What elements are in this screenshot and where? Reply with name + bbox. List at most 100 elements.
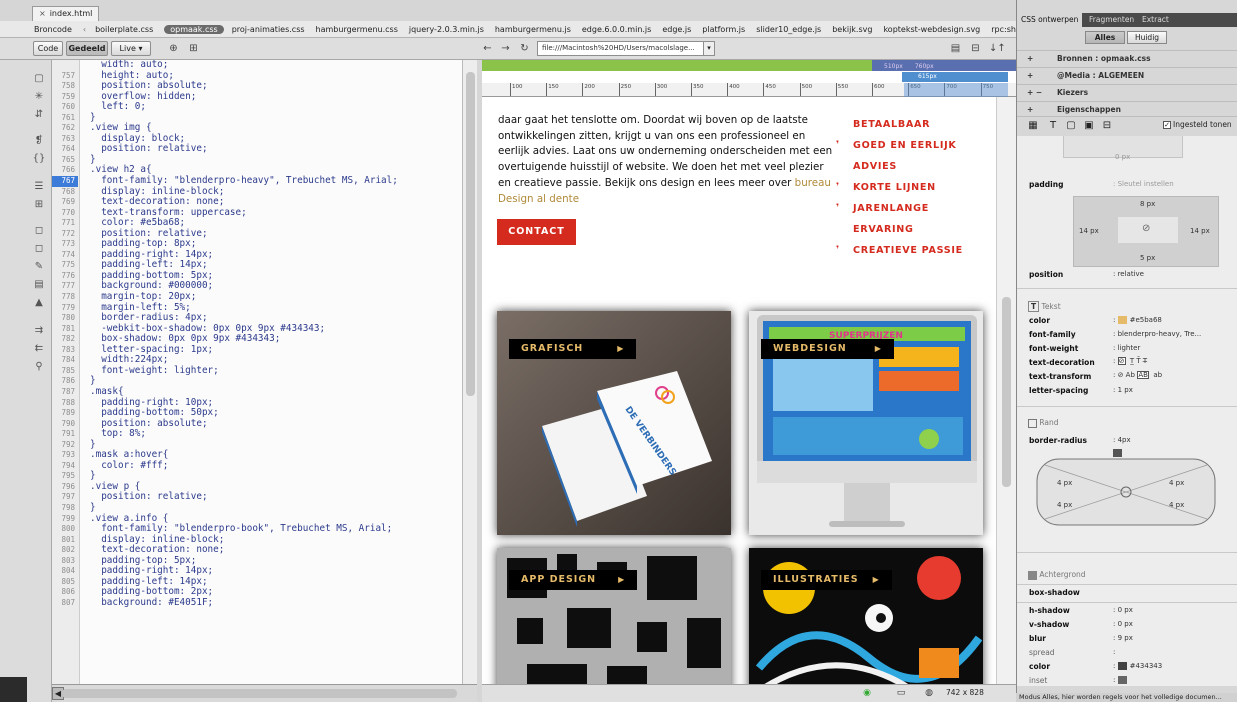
text-icon[interactable]: T [1047,120,1059,132]
code-line[interactable]: 791 top: 8%; [52,429,462,440]
border-radius-value[interactable]: : 4px [1113,436,1131,444]
move-css-icon[interactable]: ▲ [32,296,46,310]
checkbox-checked-icon[interactable]: ✓ [1163,121,1171,129]
live-view-pane[interactable]: 510px 760px 615px 100 150 200 250 300 350 400 45… [482,60,1016,702]
position-value[interactable]: : relative [1113,270,1144,278]
text-section-header[interactable]: T Tekst [1028,301,1061,312]
sort-icon[interactable]: ↓↑ [989,41,1006,56]
add-icon[interactable]: + [1027,51,1033,67]
code-content[interactable]: width: auto; 757 height: auto; 758 positio… [52,60,462,608]
tab-snippets[interactable]: Fragmenten [1085,13,1138,27]
scroll-thumb[interactable] [1002,297,1011,487]
portfolio-tile-illustraties[interactable]: ILLUSTRATIES ▶ [749,548,983,702]
related-file[interactable]: hamburgermenu.js [495,25,571,34]
forward-arrow-icon[interactable]: → [498,41,513,56]
portfolio-tile-grafisch[interactable]: DE VERBINDERS GRAFISCH ▶ [497,311,731,535]
device-preview-icon[interactable]: ▭ [894,687,908,700]
expand-icon[interactable]: ⇵ [32,108,46,122]
code-line[interactable]: 794 color: #fff; [52,460,462,472]
padding-right-value[interactable]: 14 px [1190,227,1210,235]
add-remove-icon[interactable]: + − [1027,85,1042,101]
selectors-row[interactable]: + − Kiezers [1017,84,1237,101]
window-size[interactable]: 742 x 828 [946,688,984,697]
color-value[interactable]: : #e5ba68 [1113,316,1162,324]
letter-spacing-value[interactable]: : 1 px [1113,386,1133,394]
tile-label[interactable]: GRAFISCH ▶ [509,339,637,359]
related-file[interactable]: edge.6.0.0.min.js [582,25,651,34]
select-parent-icon[interactable]: ❡ [32,134,46,148]
portfolio-tile-app-design[interactable]: APP DESIGN ▶ [497,548,731,702]
split-view-button[interactable]: Gedeeld [66,41,108,56]
related-file[interactable]: hamburgermenu.css [316,25,398,34]
open-documents-icon[interactable]: ▢ [32,72,46,86]
scroll-thumb[interactable] [62,689,457,698]
media-row[interactable]: + @Media : ALGEMEEN [1017,67,1237,84]
background-icon[interactable]: ▣ [1083,120,1095,132]
color-swatch[interactable] [1117,316,1127,324]
text-decoration-buttons[interactable]: : ⊘ T̲ T̄ T̶ [1113,357,1147,365]
refresh-icon[interactable]: ↻ [517,41,532,56]
code-line[interactable]: 787 .mask{ [52,386,462,398]
link-icon[interactable]: ⊘ [1142,223,1150,234]
inset-toggle[interactable] [1117,676,1127,684]
blur-value[interactable]: : 9 px [1113,634,1133,642]
live-vertical-scrollbar[interactable] [996,97,1016,702]
h-shadow-value[interactable]: : 0 px [1113,606,1133,614]
related-file[interactable]: edge.js [662,25,691,34]
related-file[interactable]: jquery-2.0.3.min.js [409,25,484,34]
inset-value[interactable]: : [1113,676,1130,684]
sources-row[interactable]: + Bronnen : opmaak.css [1017,50,1237,67]
line-numbers-icon[interactable]: ☰ [32,180,46,194]
indent-icon[interactable]: ⇉ [32,324,46,338]
all-mode-button[interactable]: Alles [1085,31,1125,44]
target-icon[interactable]: ⊕ [166,41,181,56]
validation-ok-icon[interactable]: ◉ [860,687,874,700]
portfolio-tile-webdesign[interactable]: SUPERPRIJZEN WEBDESIGN ▶ [749,311,983,535]
layout-icon[interactable]: ▦ [1027,120,1039,132]
tile-label[interactable]: ILLUSTRATIES ▶ [761,570,892,590]
color-swatch[interactable] [1117,662,1127,670]
text-transform-buttons[interactable]: : ⊘ Ab AB ab [1113,371,1162,379]
contact-button[interactable]: CONTACT [497,219,576,245]
padding-top-value[interactable]: 8 px [1140,200,1155,208]
code-line[interactable]: 797 position: relative; [52,492,462,503]
scroll-thumb[interactable] [466,72,475,396]
related-file[interactable]: rpc:shindig_random.js [991,25,1016,34]
code-line[interactable]: 785 font-weight: lighter; [52,365,462,377]
current-mode-button[interactable]: Huidig [1127,31,1167,44]
related-file[interactable]: proj-animaties.css [232,25,305,34]
globe-icon[interactable]: ◍ [922,687,936,700]
font-weight-value[interactable]: : lighter [1113,344,1140,352]
related-file-source[interactable]: Broncode [34,25,72,34]
close-icon[interactable]: × [39,9,46,18]
properties-list[interactable]: 0 px padding : Sleutel instellen 8 px 14… [1017,136,1237,686]
related-file-active[interactable]: opmaak.css [164,24,224,34]
code-line[interactable]: 764 position: relative; [52,144,462,155]
address-field[interactable]: file:///Macintosh%20HD/Users/macolslage.… [537,41,711,56]
shadow-color-value[interactable]: : #434343 [1113,662,1162,670]
code-view-button[interactable]: Code [33,41,63,56]
more-icon[interactable]: ⊟ [1101,120,1113,132]
comment-icon[interactable]: ◻ [32,224,46,238]
border-section-header[interactable]: Rand [1028,418,1059,428]
wrap-tag-icon[interactable]: ✎ [32,260,46,274]
back-arrow-icon[interactable]: ← [480,41,495,56]
outdent-icon[interactable]: ⇇ [32,342,46,356]
tab-css-designer[interactable]: CSS ontwerpen [1017,13,1083,27]
tab-extract[interactable]: Extract [1138,13,1173,27]
tile-label[interactable]: WEBDESIGN ▶ [761,339,894,359]
related-file[interactable]: boilerplate.css [95,25,153,34]
format-source-icon[interactable]: ⚲ [32,360,46,374]
code-line[interactable]: 767 font-family: "blenderpro-heavy", Tre… [52,175,462,187]
padding-bottom-value[interactable]: 5 px [1140,254,1155,262]
related-file[interactable]: koptekst-webdesign.svg [883,25,980,34]
code-line[interactable]: 807 background: #E4051F; [52,597,462,609]
add-icon[interactable]: + [1027,68,1033,84]
balance-braces-icon[interactable]: {} [32,152,46,166]
border-icon[interactable]: ▢ [1065,120,1077,132]
code-line[interactable]: 760 left: 0; [52,102,462,113]
highlight-invalid-icon[interactable]: ⊞ [32,198,46,212]
code-line[interactable]: width: auto; [52,60,462,71]
v-shadow-value[interactable]: : 0 px [1113,620,1133,628]
related-file[interactable]: bekijk.svg [832,25,872,34]
